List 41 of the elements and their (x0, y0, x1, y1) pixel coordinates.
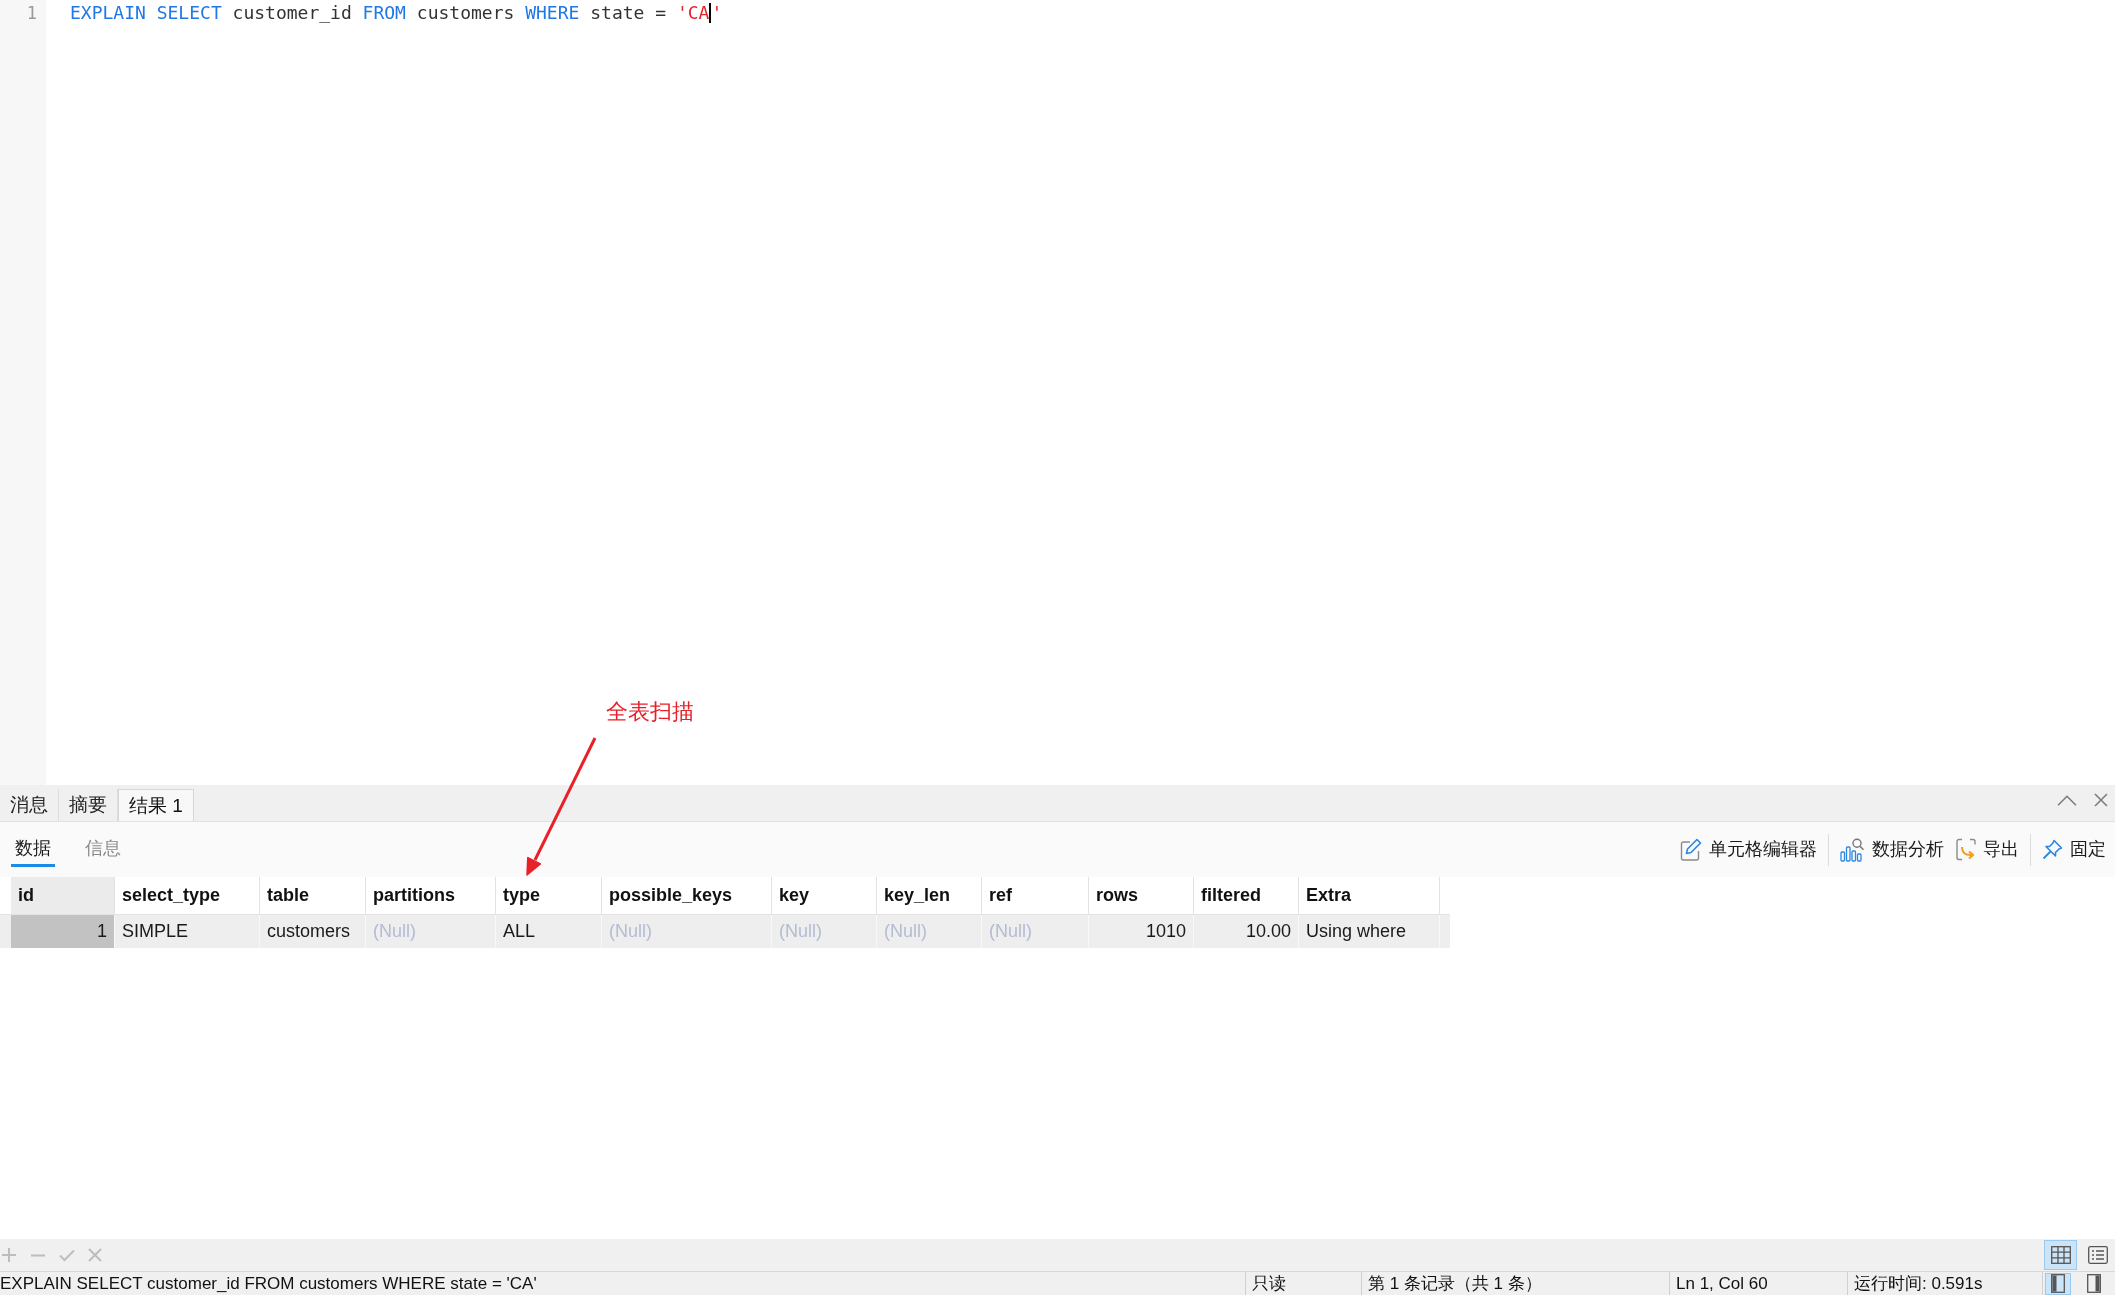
chart-magnifier-icon (1840, 837, 1865, 862)
chevron-up-icon[interactable] (2057, 794, 2077, 806)
table-cell: (Null) (982, 915, 1089, 948)
data-analysis-button[interactable]: 数据分析 (1834, 832, 1950, 867)
export-arrow-icon (1956, 838, 1976, 861)
code-text: EXPLAIN SELECT customer_id FROM customers WHERE state = 'CA (70, 1, 710, 25)
pencil-square-icon (1680, 838, 1702, 861)
line-number: 1 (25, 2, 38, 25)
cell-editor-button[interactable]: 单元格编辑器 (1674, 832, 1823, 867)
table-cell: 1 (11, 915, 115, 948)
code-text: ' (711, 1, 723, 25)
table-cell: 1010 (1089, 915, 1194, 948)
table-cell: (Null) (772, 915, 877, 948)
column-header[interactable]: id (11, 877, 115, 914)
close-icon[interactable] (2094, 793, 2108, 807)
table-cell: Using where (1299, 915, 1440, 948)
pin-button[interactable]: 固定 (2036, 832, 2112, 867)
result-tab[interactable]: 结果 1 (118, 789, 194, 821)
status-mode: 只读 (1252, 1273, 1286, 1295)
form-list-icon (2087, 1246, 2108, 1264)
grid-icon (2050, 1246, 2071, 1264)
export-button[interactable]: 导出 (1950, 832, 2025, 867)
table-cell: (Null) (602, 915, 772, 948)
panel-right-icon (2087, 1274, 2101, 1293)
table-cell: (Null) (877, 915, 982, 948)
status-record-count: 第 1 条记录（共 1 条） (1368, 1273, 1542, 1295)
view-tab[interactable]: 数据 (11, 832, 55, 867)
table-cell: ALL (496, 915, 602, 948)
left-pane-toggle[interactable] (2045, 1272, 2071, 1295)
status-query: EXPLAIN SELECT customer_id FROM customers WHERE state = 'CA' (0, 1273, 538, 1295)
grid-view-button[interactable] (2044, 1240, 2077, 1270)
annotation-label: 全表扫描 (606, 698, 694, 726)
table-cell: SIMPLE (115, 915, 260, 948)
panel-left-icon (2051, 1274, 2065, 1293)
text-cursor (709, 3, 712, 23)
status-cursor-position: Ln 1, Col 60 (1676, 1273, 1768, 1295)
pin-icon (2042, 839, 2063, 860)
table-cell: customers (260, 915, 366, 948)
table-cell: 10.00 (1194, 915, 1299, 948)
table-cell: (Null) (366, 915, 496, 948)
status-elapsed-time: 运行时间: 0.591s (1854, 1273, 1983, 1295)
